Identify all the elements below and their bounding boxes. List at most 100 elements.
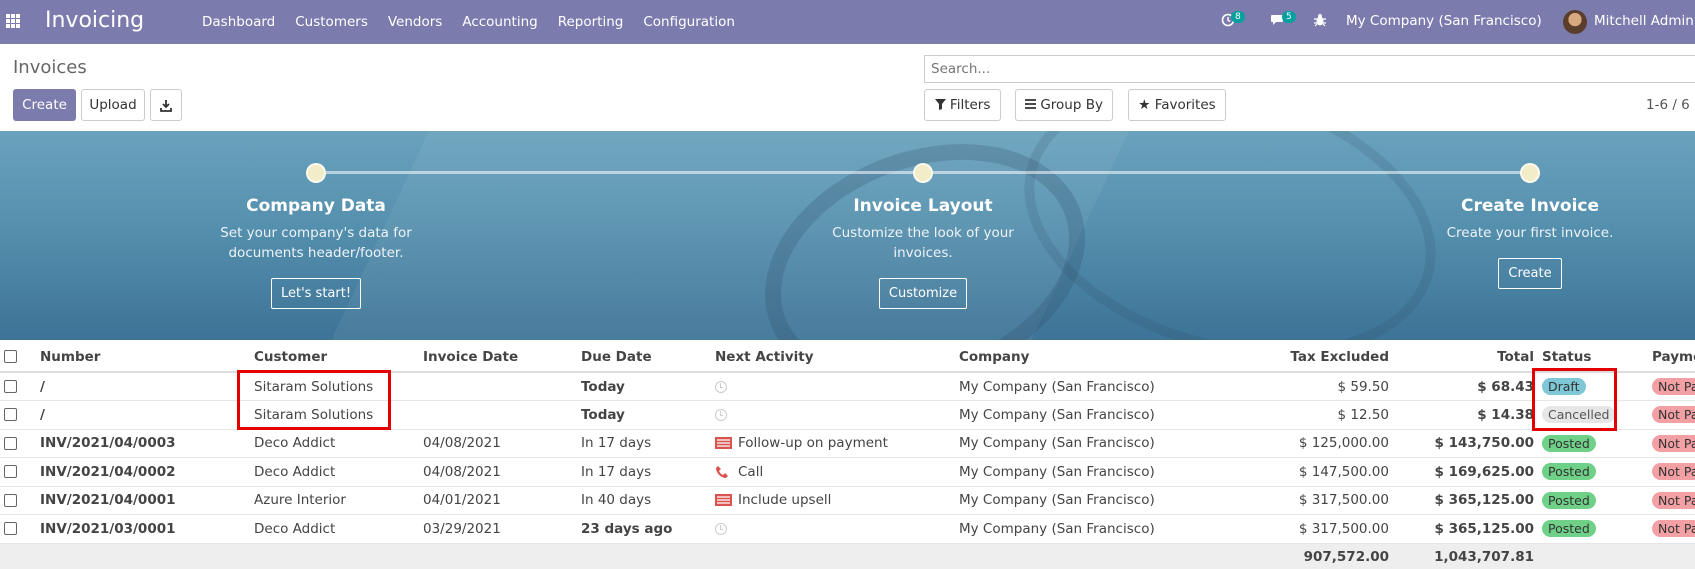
col-tax-excluded[interactable]: Tax Excluded bbox=[1228, 342, 1393, 373]
invoice-date bbox=[419, 372, 577, 401]
status-cell: Posted bbox=[1538, 514, 1648, 544]
invoice-date: 04/01/2021 bbox=[419, 486, 577, 515]
pager-value[interactable]: 1-6 / 6 bbox=[1646, 97, 1690, 113]
status-badge: Posted bbox=[1542, 520, 1596, 538]
total-amount: $ 365,125.00 bbox=[1393, 514, 1538, 544]
create-button[interactable]: Create bbox=[13, 89, 76, 121]
group-by-label: Group By bbox=[1040, 97, 1103, 113]
customize-button[interactable]: Customize bbox=[878, 278, 968, 309]
step-title: Company Data bbox=[246, 196, 386, 216]
step-title: Invoice Layout bbox=[853, 196, 993, 216]
col-company[interactable]: Company bbox=[955, 342, 1228, 373]
main-menu: Dashboard Customers Vendors Accounting R… bbox=[202, 0, 755, 44]
message-count-badge: 5 bbox=[1282, 11, 1296, 23]
menu-dashboard[interactable]: Dashboard bbox=[202, 0, 275, 44]
next-activity-cell[interactable]: Include upsell bbox=[711, 486, 955, 515]
grand-total: 1,043,707.81 bbox=[1393, 543, 1538, 569]
activity-clock-icon[interactable] bbox=[715, 380, 727, 393]
step-dot-company bbox=[306, 163, 326, 183]
user-avatar[interactable] bbox=[1563, 10, 1587, 34]
create-invoice-button[interactable]: Create bbox=[1498, 258, 1562, 289]
debug-bug-icon[interactable] bbox=[1314, 13, 1326, 31]
email-activity-icon[interactable] bbox=[715, 493, 732, 507]
status-badge: Draft bbox=[1542, 378, 1586, 395]
app-brand[interactable]: Invoicing bbox=[45, 8, 144, 33]
activity-clock-icon[interactable]: 8 bbox=[1221, 11, 1245, 31]
email-activity-icon[interactable] bbox=[715, 436, 732, 450]
total-amount: $ 365,125.00 bbox=[1393, 486, 1538, 515]
download-button[interactable] bbox=[150, 89, 182, 121]
next-activity-cell[interactable] bbox=[711, 372, 955, 401]
col-total[interactable]: Total bbox=[1393, 342, 1538, 373]
upload-button[interactable]: Upload bbox=[81, 89, 145, 121]
company-name: My Company (San Francisco) bbox=[955, 372, 1228, 401]
row-checkbox[interactable] bbox=[4, 380, 17, 393]
payment-badge: Not Pa bbox=[1652, 463, 1695, 481]
activity-clock-icon[interactable] bbox=[715, 408, 727, 421]
table-row[interactable]: INV/2021/04/0001 Azure Interior 04/01/20… bbox=[0, 486, 1695, 515]
search-input[interactable] bbox=[925, 56, 1695, 82]
col-due-date[interactable]: Due Date bbox=[577, 342, 711, 373]
select-all-cell[interactable] bbox=[0, 342, 36, 373]
next-activity-cell[interactable] bbox=[711, 514, 955, 544]
favorites-button[interactable]: ★ Favorites bbox=[1128, 89, 1226, 121]
activity-summary: Include upsell bbox=[738, 492, 832, 509]
invoice-number: INV/2021/04/0001 bbox=[36, 486, 250, 515]
table-row[interactable]: / Sitaram Solutions Today My Company (Sa… bbox=[0, 372, 1695, 401]
col-customer[interactable]: Customer bbox=[250, 342, 419, 373]
lets-start-button[interactable]: Let's start! bbox=[270, 278, 362, 309]
menu-configuration[interactable]: Configuration bbox=[643, 0, 735, 44]
tax-excluded: $ 59.50 bbox=[1228, 372, 1393, 401]
next-activity-cell[interactable]: Follow-up on payment bbox=[711, 429, 955, 458]
payment-badge: Not Pa bbox=[1652, 378, 1695, 395]
table-row[interactable]: / Sitaram Solutions Today My Company (Sa… bbox=[0, 400, 1695, 430]
col-payment[interactable]: Payme bbox=[1648, 342, 1695, 373]
menu-vendors[interactable]: Vendors bbox=[388, 0, 442, 44]
due-date: Today bbox=[577, 400, 711, 430]
apps-menu-icon[interactable] bbox=[6, 14, 20, 28]
invoice-date: 04/08/2021 bbox=[419, 429, 577, 458]
col-number[interactable]: Number bbox=[36, 342, 250, 373]
favorites-label: Favorites bbox=[1154, 97, 1216, 113]
status-cell: Cancelled bbox=[1538, 400, 1648, 430]
payment-cell: Not Pa bbox=[1648, 429, 1695, 458]
due-date: In 17 days bbox=[577, 457, 711, 487]
row-checkbox[interactable] bbox=[4, 522, 17, 536]
row-checkbox[interactable] bbox=[4, 493, 17, 507]
select-all-checkbox[interactable] bbox=[4, 350, 17, 363]
row-checkbox[interactable] bbox=[4, 436, 17, 450]
messages-icon[interactable]: 5 bbox=[1270, 11, 1296, 31]
invoice-date bbox=[419, 400, 577, 430]
menu-reporting[interactable]: Reporting bbox=[558, 0, 624, 44]
company-name: My Company (San Francisco) bbox=[955, 514, 1228, 544]
row-checkbox[interactable] bbox=[4, 465, 17, 479]
table-row[interactable]: INV/2021/03/0001 Deco Addict 03/29/2021 … bbox=[0, 514, 1695, 544]
status-cell: Posted bbox=[1538, 429, 1648, 458]
col-next-activity[interactable]: Next Activity bbox=[711, 342, 955, 373]
user-menu[interactable]: Mitchell Admin bbox=[1594, 13, 1694, 29]
filters-button[interactable]: Filters bbox=[924, 89, 1001, 121]
col-invoice-date[interactable]: Invoice Date bbox=[419, 342, 577, 373]
next-activity-cell[interactable]: Call bbox=[711, 457, 955, 487]
customer-name: Deco Addict bbox=[250, 457, 419, 487]
search-box[interactable] bbox=[924, 55, 1695, 83]
menu-accounting[interactable]: Accounting bbox=[462, 0, 537, 44]
company-switcher[interactable]: My Company (San Francisco) bbox=[1346, 13, 1542, 29]
group-by-button[interactable]: Group By bbox=[1015, 89, 1113, 121]
table-row[interactable]: INV/2021/04/0002 Deco Addict 04/08/2021 … bbox=[0, 457, 1695, 487]
total-amount: $ 143,750.00 bbox=[1393, 429, 1538, 458]
next-activity-cell[interactable] bbox=[711, 400, 955, 430]
invoice-number: / bbox=[36, 400, 250, 430]
col-status[interactable]: Status bbox=[1538, 342, 1648, 373]
status-cell: Posted bbox=[1538, 457, 1648, 487]
row-checkbox[interactable] bbox=[4, 408, 17, 422]
phone-activity-icon[interactable] bbox=[715, 465, 732, 479]
invoice-date: 04/08/2021 bbox=[419, 457, 577, 487]
status-badge: Posted bbox=[1542, 463, 1596, 481]
list-icon bbox=[1025, 97, 1037, 113]
table-row[interactable]: INV/2021/04/0003 Deco Addict 04/08/2021 … bbox=[0, 429, 1695, 458]
step-desc-line1: Customize the look of your bbox=[832, 225, 1014, 241]
company-name: My Company (San Francisco) bbox=[955, 400, 1228, 430]
menu-customers[interactable]: Customers bbox=[295, 0, 368, 44]
activity-clock-icon[interactable] bbox=[715, 522, 727, 535]
